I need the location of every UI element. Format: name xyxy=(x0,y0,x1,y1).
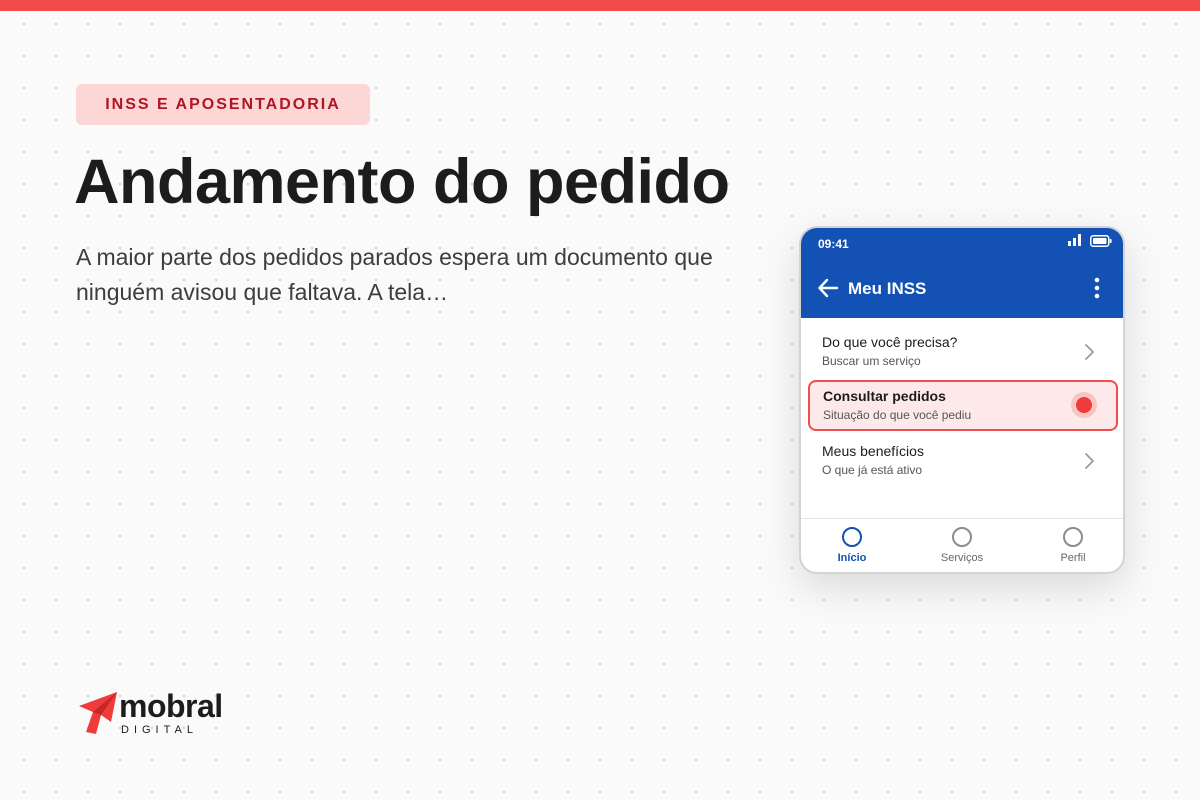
signal-icon xyxy=(1068,234,1081,246)
logo-wordmark: mobral xyxy=(119,688,223,724)
lede-text: A maior parte dos pedidos parados espera… xyxy=(76,244,713,305)
list-item-title: Meus benefícios xyxy=(822,443,924,459)
list-item-subtitle: Situação do que você pediu xyxy=(823,408,972,422)
app-title: Meu INSS xyxy=(848,279,927,298)
list-item-subtitle: Buscar um serviço xyxy=(822,354,921,368)
cursor-arrow-icon xyxy=(79,692,117,734)
profile-icon xyxy=(1063,527,1083,547)
nav-label: Serviços xyxy=(940,552,984,564)
bottom-nav: Início Serviços Perfil xyxy=(801,518,1123,572)
list-item-consult-requests[interactable]: Consultar pedidos Situação do que você p… xyxy=(808,380,1118,431)
list-item-find-service[interactable]: Do que você precisa? Buscar um serviço xyxy=(801,328,1123,376)
page-title: Andamento do pedido xyxy=(74,147,730,217)
list-item-title: Consultar pedidos xyxy=(823,388,946,404)
phone-mockup: 09:41 Meu INSS Do que você precisa? Busc… xyxy=(799,226,1125,574)
list-item-title: Do que você precisa? xyxy=(822,334,958,350)
list-item-my-benefits[interactable]: Meus benefícios O que já está ativo xyxy=(801,437,1123,485)
list-item-subtitle: O que já está ativo xyxy=(822,463,923,477)
mobral-digital-logo: mobral DIGITAL xyxy=(77,688,257,740)
home-icon xyxy=(842,527,862,547)
more-vert-icon[interactable] xyxy=(1094,276,1100,300)
top-accent-bar xyxy=(0,0,1200,11)
chevron-right-icon xyxy=(1085,453,1094,469)
nav-label: Perfil xyxy=(1060,552,1086,564)
tap-indicator-icon xyxy=(1071,392,1097,418)
nav-item-servicos[interactable]: Serviços xyxy=(917,519,1007,572)
app-bar: 09:41 Meu INSS xyxy=(801,228,1123,318)
services-icon xyxy=(952,527,972,547)
nav-label: Início xyxy=(837,552,867,564)
battery-icon xyxy=(1090,235,1112,247)
chevron-right-icon xyxy=(1085,344,1094,360)
nav-item-inicio[interactable]: Início xyxy=(807,519,897,572)
nav-item-perfil[interactable]: Perfil xyxy=(1028,519,1118,572)
status-time: 09:41 xyxy=(818,237,849,251)
back-arrow-icon[interactable] xyxy=(817,277,839,299)
category-tag: INSS E APOSENTADORIA xyxy=(76,84,370,125)
logo-subtitle: DIGITAL xyxy=(121,724,198,736)
